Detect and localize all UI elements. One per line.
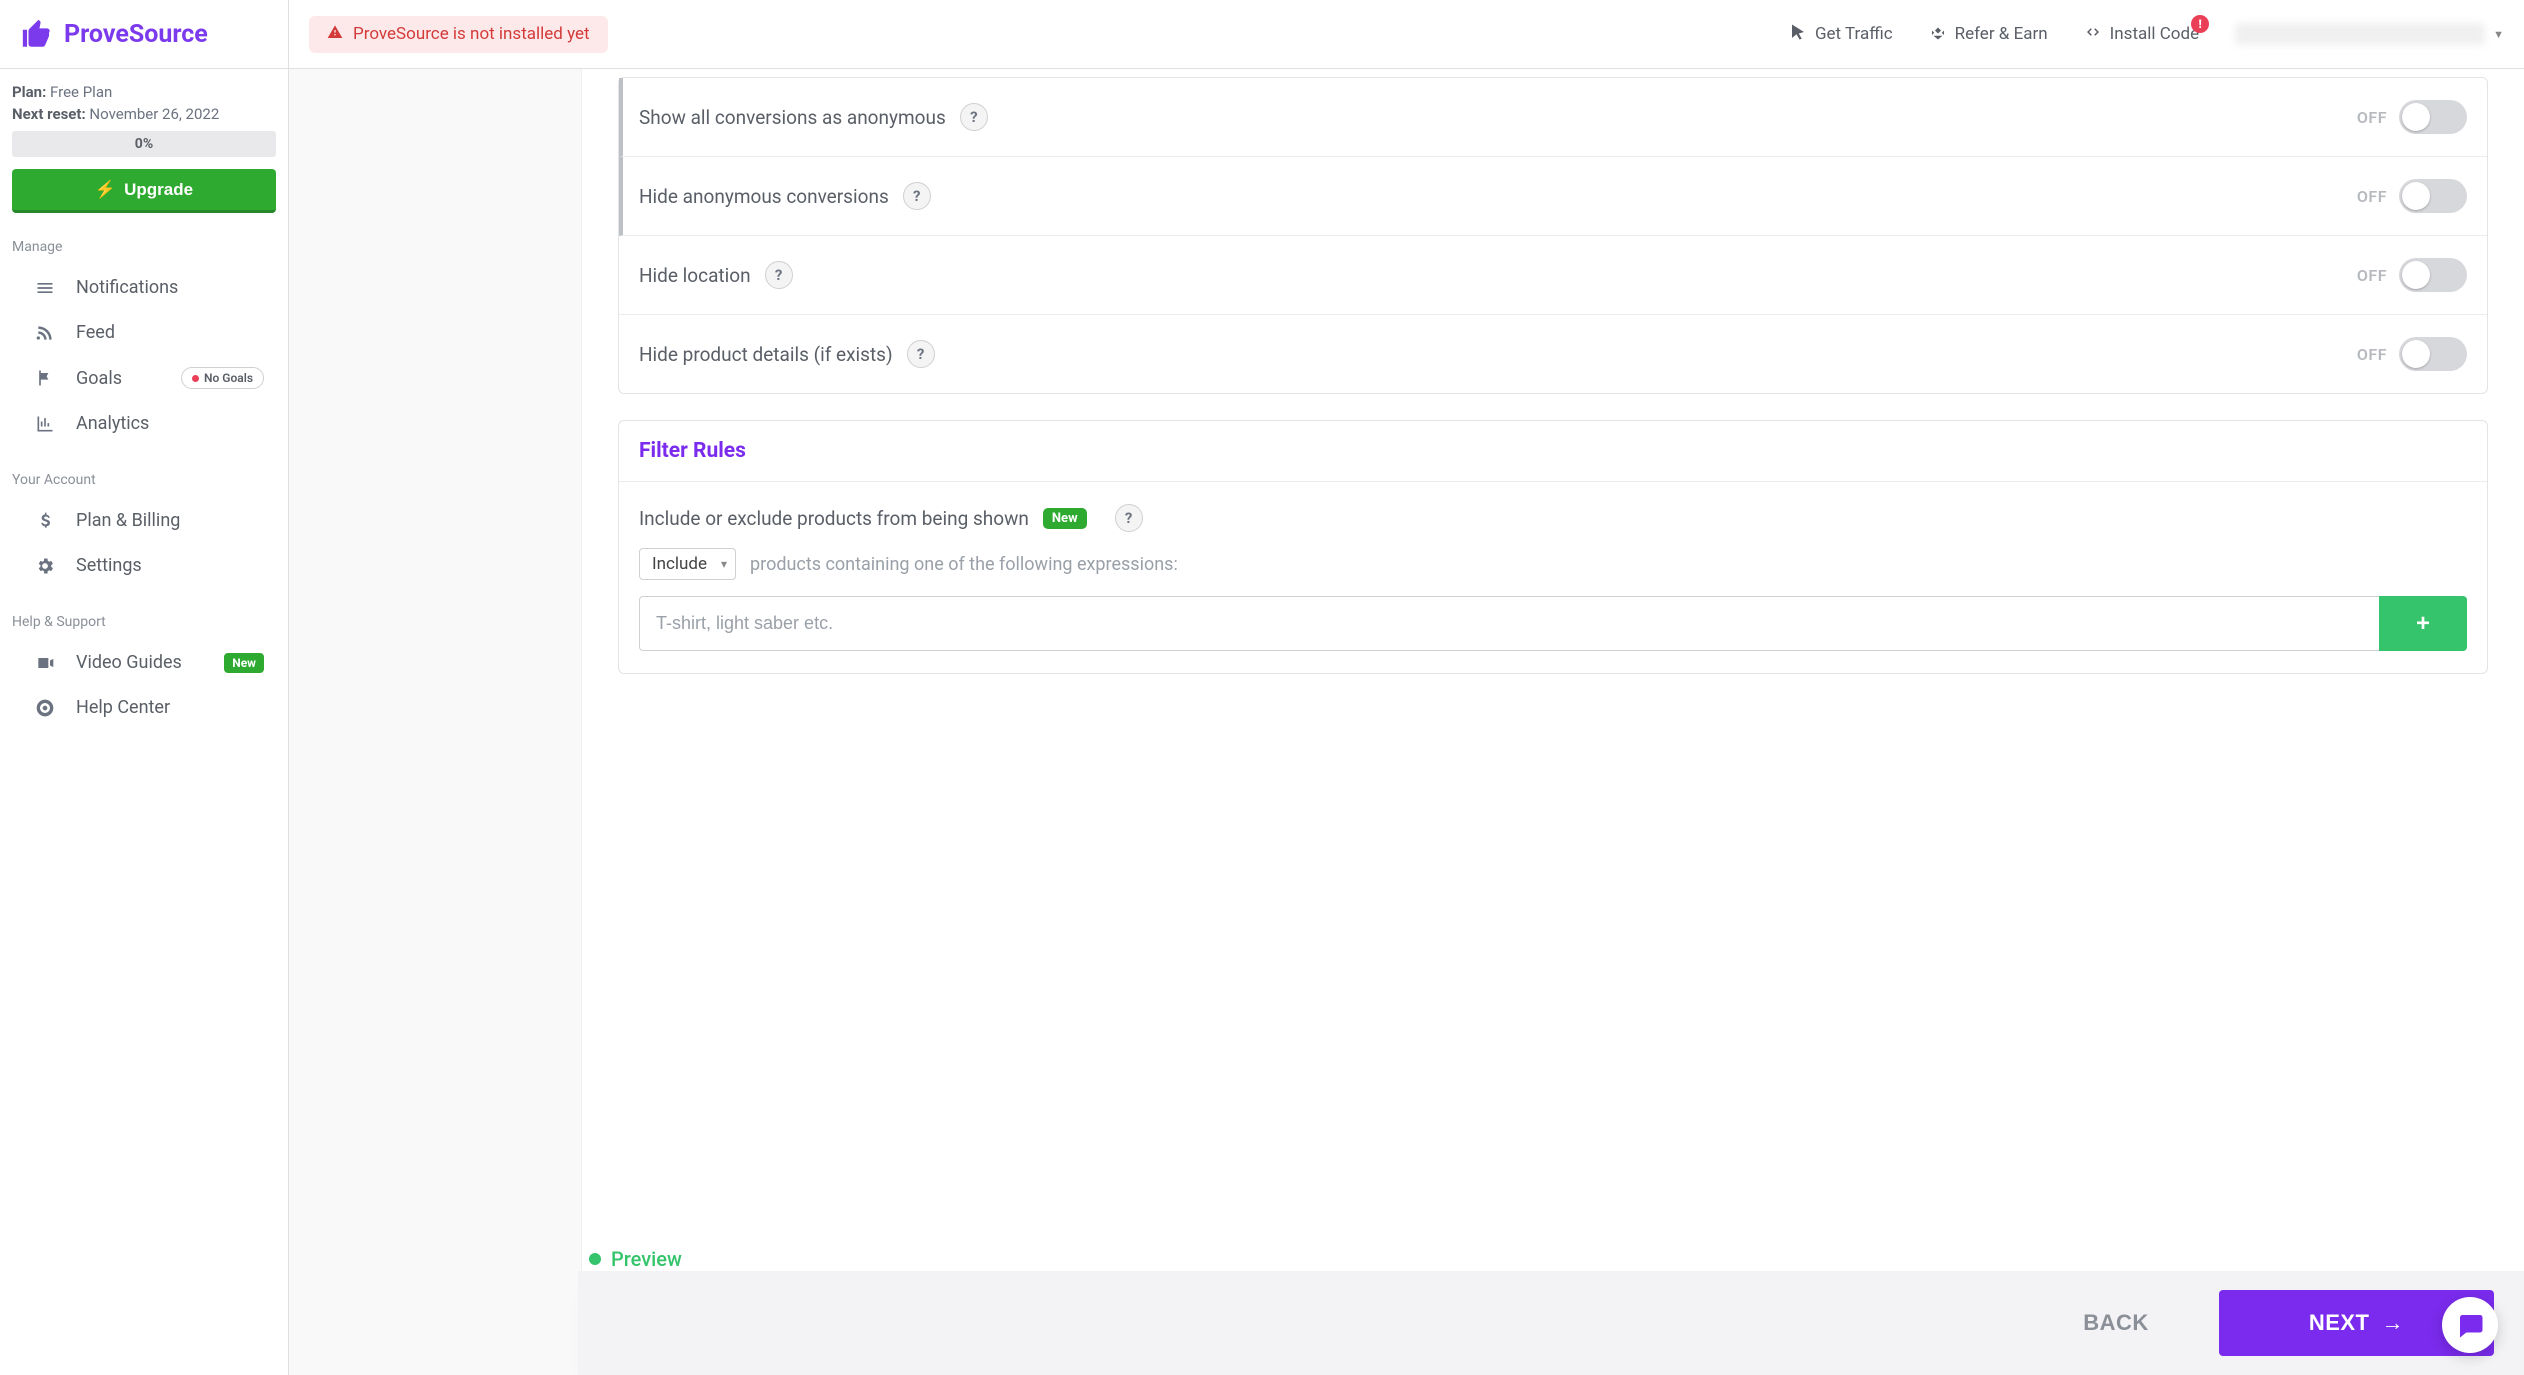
- setting-hide-location: Hide location ? OFF: [619, 236, 2487, 315]
- help-icon[interactable]: ?: [903, 182, 931, 210]
- setting-hide-product: Hide product details (if exists) ? OFF: [619, 315, 2487, 393]
- filter-description: products containing one of the following…: [750, 554, 1178, 575]
- sidebar-item-settings[interactable]: Settings: [12, 543, 276, 588]
- nav-label: Help Center: [76, 697, 170, 718]
- sidebar-item-feed[interactable]: Feed: [12, 310, 276, 355]
- intercom-chat-button[interactable]: [2442, 1297, 2498, 1353]
- nav-label: Plan & Billing: [76, 510, 180, 531]
- back-button[interactable]: BACK: [2053, 1296, 2179, 1350]
- sidebar: ProveSource Plan: Free Plan Next reset: …: [0, 0, 289, 1375]
- filter-rules-subtitle: Include or exclude products from being s…: [639, 507, 1029, 530]
- section-account: Your Account: [12, 472, 276, 488]
- privacy-settings-card: Show all conversions as anonymous ? OFF …: [618, 77, 2488, 394]
- section-manage: Manage: [12, 239, 276, 255]
- new-badge: New: [224, 653, 264, 673]
- plan-row: Plan: Free Plan: [12, 83, 276, 101]
- usage-progress: 0%: [12, 131, 276, 157]
- user-menu[interactable]: ▼: [2235, 23, 2504, 45]
- filter-rules-card: Filter Rules Include or exclude products…: [618, 420, 2488, 674]
- filter-rules-title: Filter Rules: [619, 421, 2487, 482]
- dollar-icon: [34, 511, 56, 531]
- no-goals-badge: No Goals: [181, 367, 264, 389]
- bars-icon: [34, 278, 56, 298]
- next-reset-row: Next reset: November 26, 2022: [12, 105, 276, 123]
- setting-anonymous: Show all conversions as anonymous ? OFF: [619, 78, 2487, 157]
- add-expression-button[interactable]: +: [2379, 596, 2467, 651]
- get-traffic-link[interactable]: Get Traffic: [1789, 23, 1893, 46]
- gear-icon: [34, 556, 56, 576]
- arrow-right-icon: →: [2382, 1310, 2405, 1336]
- install-code-link[interactable]: Install Code !: [2084, 23, 2199, 46]
- help-icon[interactable]: ?: [907, 340, 935, 368]
- section-help: Help & Support: [12, 614, 276, 630]
- sidebar-item-analytics[interactable]: Analytics: [12, 401, 276, 446]
- upgrade-button[interactable]: ⚡ Upgrade: [12, 169, 276, 213]
- toggle-state-label: OFF: [2357, 187, 2387, 206]
- help-icon[interactable]: ?: [765, 261, 793, 289]
- nav-label: Feed: [76, 322, 115, 343]
- code-icon: [2084, 23, 2102, 46]
- nav-label: Video Guides: [76, 652, 182, 673]
- thumbs-up-icon: [20, 17, 54, 51]
- toggle-state-label: OFF: [2357, 108, 2387, 127]
- refer-earn-link[interactable]: Refer & Earn: [1929, 23, 2048, 46]
- sidebar-item-goals[interactable]: Goals No Goals: [12, 355, 276, 401]
- toggle-state-label: OFF: [2357, 345, 2387, 364]
- include-exclude-select[interactable]: Include: [639, 548, 736, 580]
- help-icon[interactable]: ?: [960, 103, 988, 131]
- preview-label-row: Preview: [589, 1247, 682, 1271]
- handshake-icon: [1929, 23, 1947, 46]
- new-badge: New: [1043, 508, 1087, 529]
- chevron-down-icon: ▼: [2493, 28, 2504, 41]
- help-icon[interactable]: ?: [1115, 504, 1143, 532]
- nav-label: Notifications: [76, 277, 178, 298]
- sidebar-item-video-guides[interactable]: Video Guides New: [12, 640, 276, 685]
- lifebuoy-icon: [34, 698, 56, 718]
- bar-chart-icon: [34, 414, 56, 434]
- toggle-state-label: OFF: [2357, 266, 2387, 285]
- rss-icon: [34, 323, 56, 343]
- expression-input[interactable]: [639, 596, 2379, 651]
- topbar: ProveSource is not installed yet Get Tra…: [289, 0, 2524, 69]
- cursor-icon: [1789, 23, 1807, 46]
- video-icon: [34, 653, 56, 673]
- sidebar-item-billing[interactable]: Plan & Billing: [12, 498, 276, 543]
- logo-area: ProveSource: [0, 0, 288, 69]
- toggle-anonymous[interactable]: [2399, 100, 2467, 134]
- nav-label: Analytics: [76, 413, 149, 434]
- plus-icon: +: [2416, 610, 2430, 638]
- alert-badge-icon: !: [2191, 15, 2209, 33]
- toggle-hide-anon[interactable]: [2399, 179, 2467, 213]
- wizard-footer: BACK NEXT →: [578, 1271, 2524, 1375]
- bolt-icon: ⚡: [95, 180, 116, 200]
- chat-icon: [2455, 1310, 2485, 1340]
- warning-icon: [327, 24, 343, 45]
- setting-hide-anon: Hide anonymous conversions ? OFF: [619, 157, 2487, 236]
- brand-name: ProveSource: [64, 20, 208, 49]
- status-dot-icon: [589, 1253, 601, 1265]
- flag-icon: [34, 368, 56, 388]
- dot-red-icon: [192, 375, 199, 382]
- sidebar-item-notifications[interactable]: Notifications: [12, 265, 276, 310]
- sidebar-item-help-center[interactable]: Help Center: [12, 685, 276, 730]
- brand-logo[interactable]: ProveSource: [20, 17, 208, 51]
- toggle-hide-product[interactable]: [2399, 337, 2467, 371]
- toggle-hide-location[interactable]: [2399, 258, 2467, 292]
- install-alert[interactable]: ProveSource is not installed yet: [309, 16, 608, 53]
- nav-label: Goals: [76, 368, 122, 389]
- user-email-blurred: [2235, 23, 2485, 45]
- nav-label: Settings: [76, 555, 142, 576]
- content-left-gutter: [289, 69, 582, 1375]
